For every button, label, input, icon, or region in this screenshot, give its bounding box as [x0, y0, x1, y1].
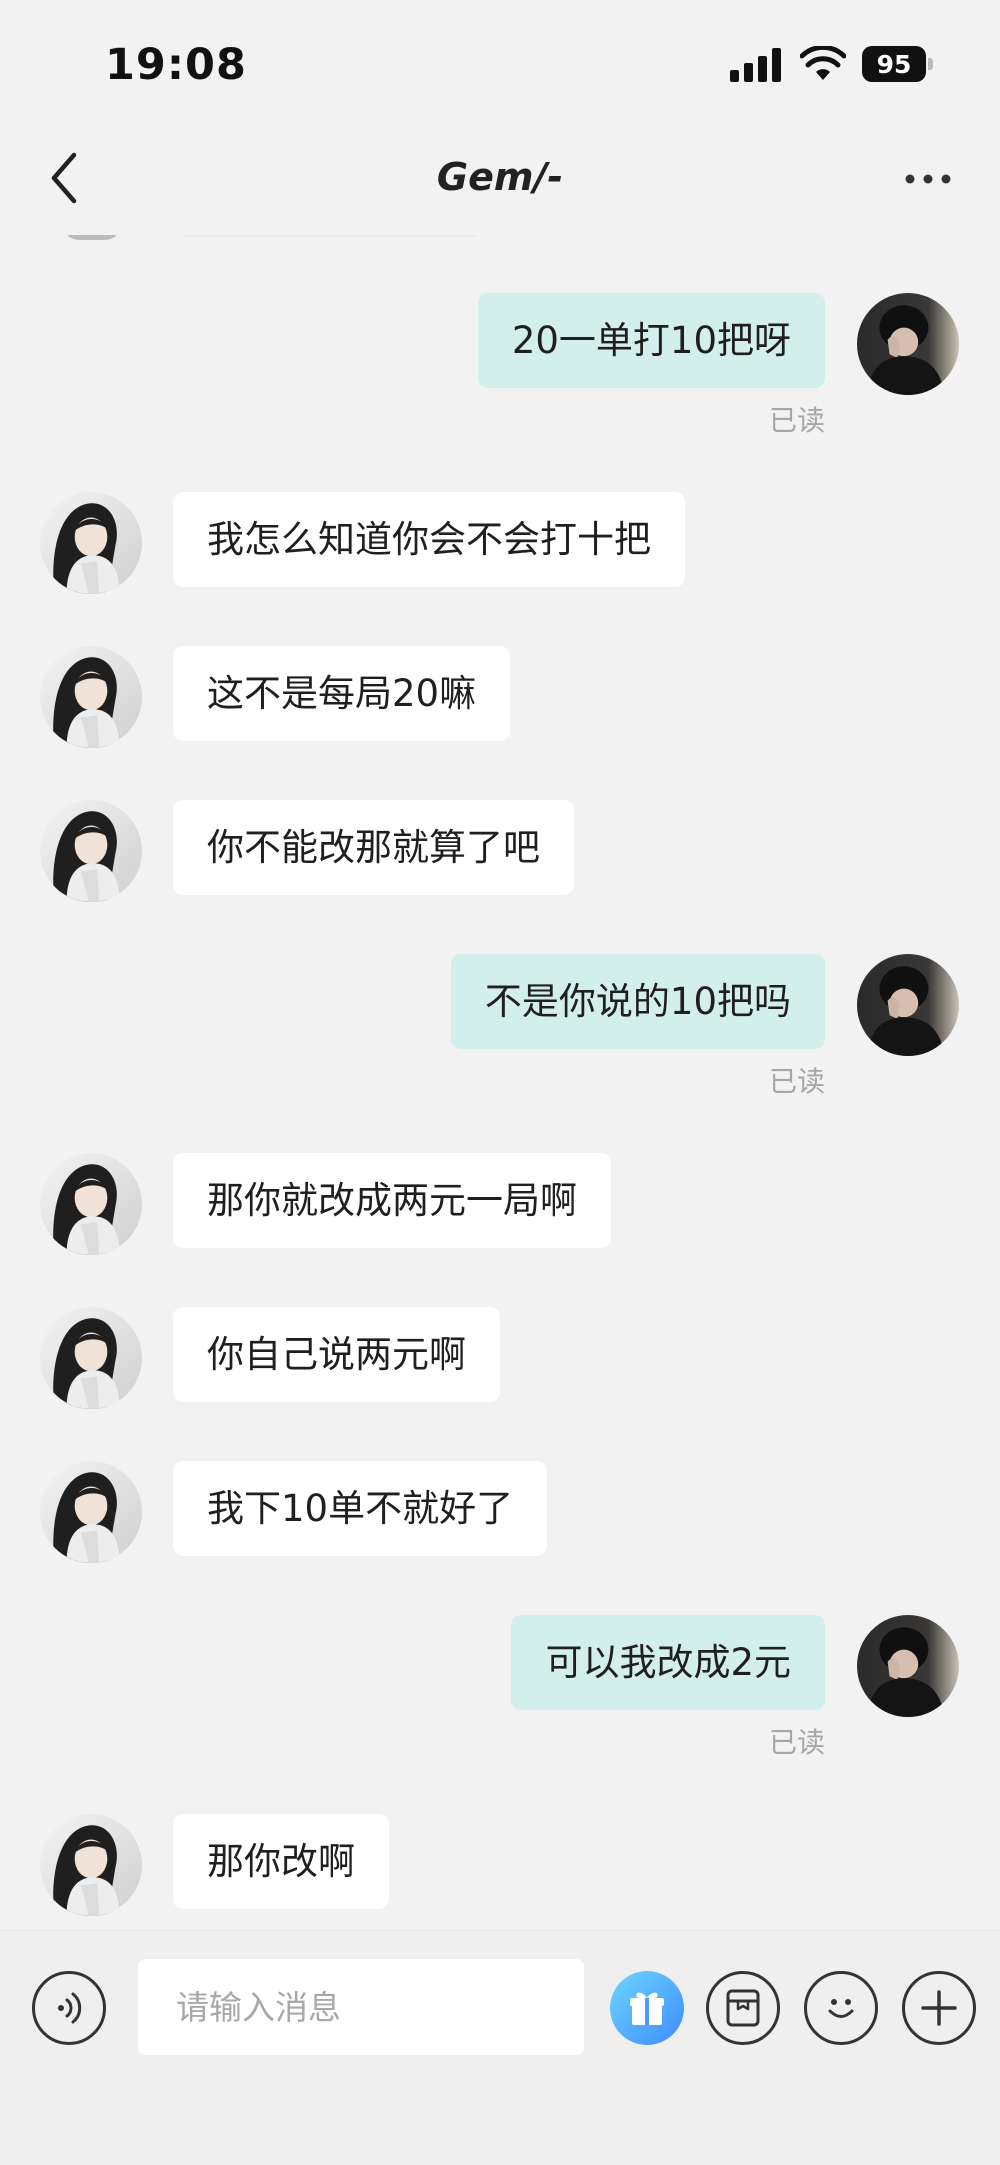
- chat-title: Gem/-: [436, 155, 564, 199]
- more-dots-icon: [905, 174, 951, 184]
- message-input[interactable]: [138, 1959, 584, 2055]
- partial-message: [185, 235, 475, 237]
- message-bubble-incoming[interactable]: 我下10单不就好了: [173, 1461, 548, 1556]
- card-icon: [726, 1989, 760, 2027]
- chat-area[interactable]: 20一单打10把呀 已读 我怎么知道你会不会打十把 这不是每局20嘛 你不能改那…: [0, 235, 1000, 1930]
- back-button[interactable]: [38, 147, 90, 209]
- message-bubble-outgoing[interactable]: 20一单打10把呀: [477, 293, 825, 388]
- partial-avatar: [60, 235, 124, 240]
- read-status: 已读: [768, 404, 825, 437]
- message-bubble-incoming[interactable]: 我怎么知道你会不会打十把: [173, 492, 685, 587]
- battery-indicator: 95: [862, 46, 934, 82]
- contact-avatar[interactable]: [40, 1307, 142, 1409]
- message-bubble-incoming[interactable]: 你自己说两元啊: [173, 1307, 500, 1402]
- battery-tip: [928, 58, 933, 70]
- contact-avatar[interactable]: [40, 492, 142, 594]
- message-bubble-outgoing[interactable]: 可以我改成2元: [511, 1615, 825, 1710]
- my-avatar[interactable]: [857, 293, 959, 395]
- my-avatar[interactable]: [857, 1615, 959, 1717]
- contact-avatar[interactable]: [40, 646, 142, 748]
- message-bubble-incoming[interactable]: 这不是每局20嘛: [173, 646, 511, 741]
- contact-avatar[interactable]: [40, 1153, 142, 1255]
- input-bar: [0, 1930, 1000, 2165]
- plus-icon: [921, 1990, 957, 2026]
- emoji-button[interactable]: [804, 1971, 878, 2045]
- read-status: 已读: [768, 1726, 825, 1759]
- contact-avatar[interactable]: [40, 800, 142, 902]
- my-avatar[interactable]: [857, 954, 959, 1056]
- wifi-icon: [800, 46, 846, 80]
- message-bubble-incoming[interactable]: 那你改啊: [173, 1814, 389, 1909]
- signal-icon: [730, 48, 781, 82]
- plus-button[interactable]: [902, 1971, 976, 2045]
- read-status: 已读: [768, 1065, 825, 1098]
- voice-icon: [58, 1992, 82, 2024]
- nav-bar: Gem/-: [0, 125, 1000, 235]
- status-time: 19:08: [105, 40, 247, 90]
- contact-avatar[interactable]: [40, 1461, 142, 1563]
- back-arrow-icon: [51, 152, 77, 204]
- voice-input-button[interactable]: [32, 1971, 106, 2045]
- more-options-button[interactable]: [896, 155, 960, 203]
- status-bar: 19:08 95: [0, 0, 1000, 120]
- message-bubble-incoming[interactable]: 你不能改那就算了吧: [173, 800, 574, 895]
- card-button[interactable]: [706, 1971, 780, 2045]
- contact-avatar[interactable]: [40, 1814, 142, 1916]
- battery-level: 95: [862, 46, 926, 82]
- gift-icon: [630, 1992, 664, 2025]
- message-bubble-incoming[interactable]: 那你就改成两元一局啊: [173, 1153, 611, 1248]
- message-bubble-outgoing[interactable]: 不是你说的10把吗: [450, 954, 825, 1049]
- gift-button[interactable]: [610, 1971, 684, 2045]
- emoji-icon: [828, 1999, 854, 2018]
